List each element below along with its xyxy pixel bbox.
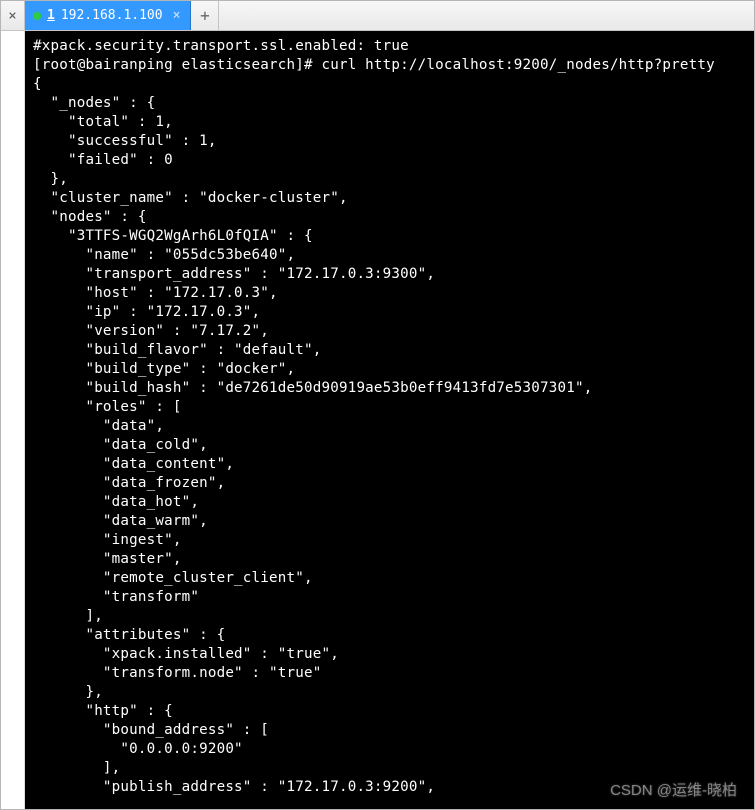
session-tab[interactable]: 1 192.168.1.100 × [25,1,191,30]
window-frame: × 1 192.168.1.100 × + #xpack.security.tr… [0,0,755,810]
body-row: #xpack.security.transport.ssl.enabled: t… [1,31,754,809]
status-dot-icon [33,12,41,20]
plus-icon: + [200,6,210,25]
close-icon: × [8,8,16,24]
add-tab-button[interactable]: + [191,1,219,30]
left-gutter [1,31,25,809]
tab-bar: × 1 192.168.1.100 × + [1,1,754,31]
tab-title: 192.168.1.100 [61,8,163,23]
tab-index: 1 [47,8,55,23]
tab-close-icon[interactable]: × [173,8,181,23]
terminal-output[interactable]: #xpack.security.transport.ssl.enabled: t… [25,31,754,809]
sidebar-close-button[interactable]: × [1,1,25,30]
